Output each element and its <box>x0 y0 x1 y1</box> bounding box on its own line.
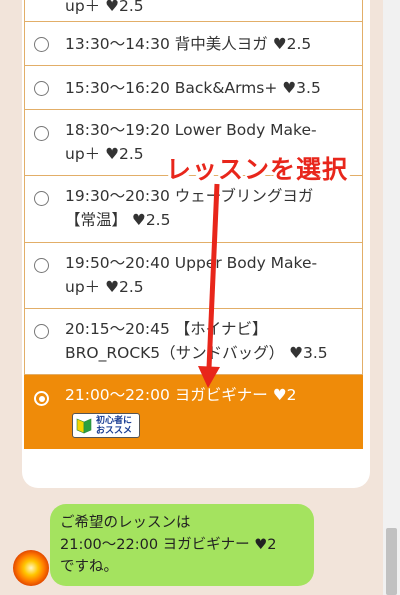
scrollbar-track[interactable] <box>383 0 400 595</box>
chat-bubble-line: 21:00〜22:00 ヨガビギナー ♥2 <box>60 537 277 553</box>
lesson-text: 21:00〜22:00 ヨガビギナー ♥2 <box>65 383 354 407</box>
badge-label: 初心者に おススメ <box>96 416 132 436</box>
radio-button[interactable] <box>34 126 49 141</box>
lesson-row[interactable]: 19:30〜20:30 ウェーブリングヨガ 【常温】 ♥2.5 <box>24 176 363 243</box>
lesson-text-line: 21:00〜22:00 ヨガビギナー ♥2 <box>65 386 297 404</box>
lesson-text-line: up＋ ♥2.5 <box>65 0 144 15</box>
lesson-text-line: 20:15〜20:45 【ホイナビ】 <box>65 320 268 338</box>
lesson-row[interactable]: 13:30〜14:30 背中美人ヨガ ♥2.5 <box>24 22 363 66</box>
chat-bubble-line: ですね。 <box>60 559 118 575</box>
lesson-text-line: up＋ ♥2.5 <box>65 278 144 296</box>
lesson-row[interactable]: 15:30〜16:20 Back&Arms+ ♥3.5 <box>24 66 363 110</box>
radio-button[interactable] <box>34 258 49 273</box>
lesson-text-line: 18:30〜19:20 Lower Body Make- <box>65 121 317 139</box>
radio-button[interactable] <box>34 191 49 206</box>
badge-label-line: 初心者に <box>96 415 133 426</box>
chat-bubble-line: ご希望のレッスンは <box>60 515 191 531</box>
scrollbar-thumb[interactable] <box>386 528 397 595</box>
lesson-text-line: up＋ ♥2.5 <box>65 145 144 163</box>
lesson-row-selected[interactable]: 21:00〜22:00 ヨガビギナー ♥2 初心者に おススメ <box>24 375 363 449</box>
lesson-text: 13:30〜14:30 背中美人ヨガ ♥2.5 <box>65 32 354 56</box>
lesson-text-line: 19:30〜20:30 ウェーブリングヨガ <box>65 187 314 205</box>
lesson-text: 15:30〜16:20 Back&Arms+ ♥3.5 <box>65 76 354 100</box>
lesson-row[interactable]: 20:15〜20:45 【ホイナビ】 BRO_ROCK5（サンドバッグ） ♥3.5 <box>24 309 363 375</box>
lesson-text-line: 19:50〜20:40 Upper Body Make- <box>65 254 318 272</box>
lesson-text: 19:30〜20:30 ウェーブリングヨガ 【常温】 ♥2.5 <box>65 184 354 232</box>
lesson-text-line: 15:30〜16:20 Back&Arms+ ♥3.5 <box>65 79 321 97</box>
lesson-text: 19:50〜20:40 Upper Body Make-up＋ ♥2.5 <box>65 251 354 299</box>
lesson-row[interactable]: 19:50〜20:40 Upper Body Make-up＋ ♥2.5 <box>24 243 363 309</box>
radio-button[interactable] <box>34 37 49 52</box>
lesson-text: 20:15〜20:45 【ホイナビ】 BRO_ROCK5（サンドバッグ） ♥3.5 <box>65 317 354 365</box>
lesson-row[interactable]: up＋ ♥2.5 <box>24 0 363 22</box>
lesson-text-line: BRO_ROCK5（サンドバッグ） ♥3.5 <box>65 344 328 362</box>
radio-button[interactable] <box>34 81 49 96</box>
lesson-text-line: 13:30〜14:30 背中美人ヨガ ♥2.5 <box>65 35 312 53</box>
lesson-list: up＋ ♥2.5 13:30〜14:30 背中美人ヨガ ♥2.5 15:30〜1… <box>24 0 363 449</box>
bot-avatar <box>13 550 49 586</box>
radio-button[interactable] <box>34 324 49 339</box>
chat-bubble: ご希望のレッスンは 21:00〜22:00 ヨガビギナー ♥2 ですね。 <box>50 504 314 586</box>
beginner-badge: 初心者に おススメ <box>72 413 140 438</box>
badge-label-line: おススメ <box>96 425 133 436</box>
lesson-text: up＋ ♥2.5 <box>65 0 354 18</box>
lesson-text-line: 【常温】 ♥2.5 <box>65 211 171 229</box>
annotation-label: レッスンを選択 <box>166 155 349 184</box>
beginner-mark-icon <box>75 416 93 435</box>
radio-button-selected[interactable] <box>34 391 49 406</box>
